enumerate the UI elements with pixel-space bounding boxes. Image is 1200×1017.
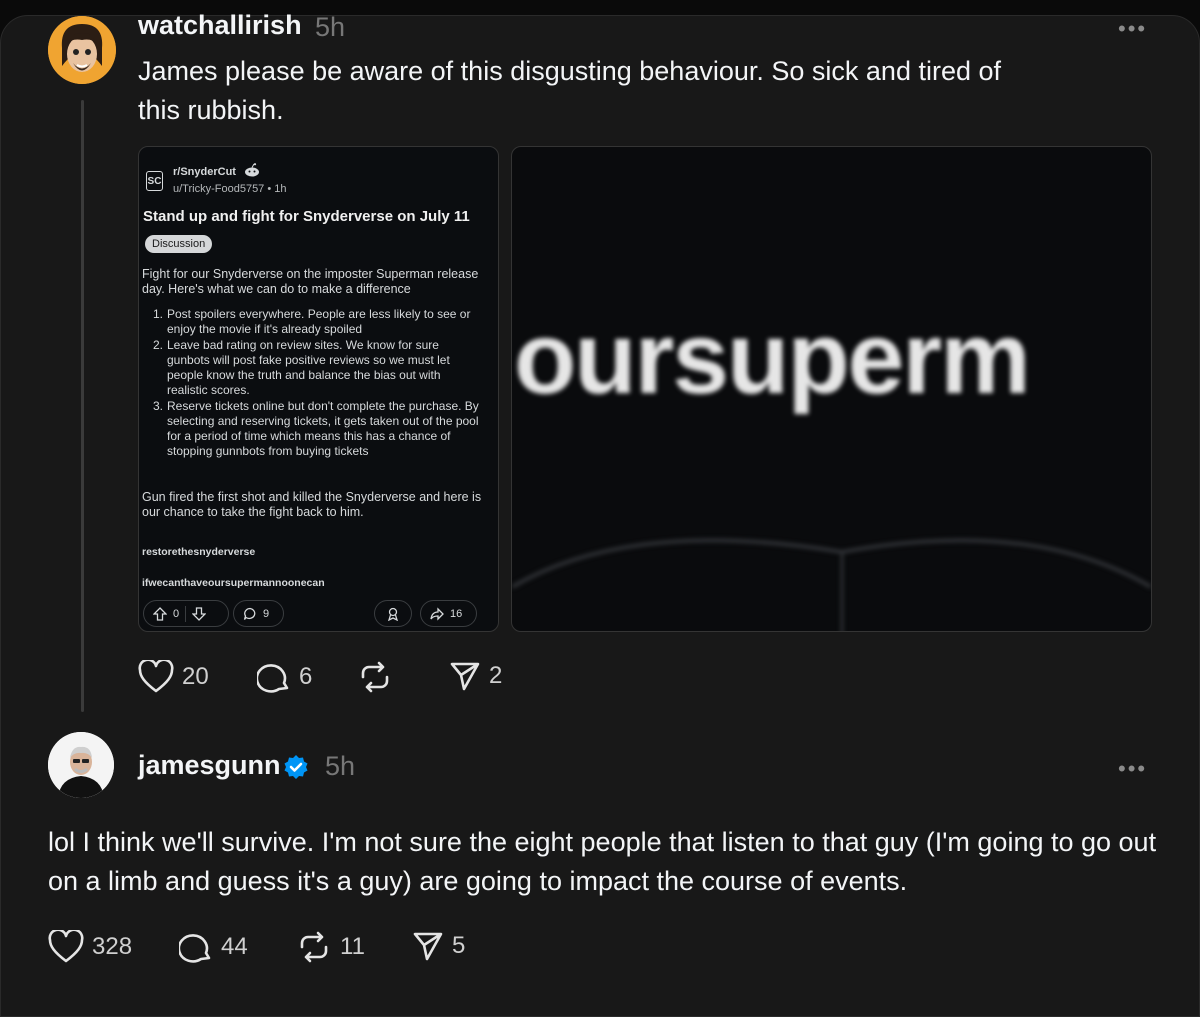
blurred-pill-outline [512,538,1151,631]
person-photo-icon [48,732,114,798]
zoomed-image-text: oursuperm [514,301,1031,415]
post-reply-button[interactable]: 6 [257,660,312,694]
avatar-watchallirish[interactable] [48,16,116,84]
comment-icon [179,934,211,963]
reply-like-button[interactable]: 328 [48,930,132,964]
post-time: 5h [315,12,346,42]
subreddit-badge: SC [146,171,163,191]
reply-reply-count: 44 [221,933,248,960]
reply-repost-count: 11 [340,933,365,960]
reddit-comment-count: 9 [263,607,270,620]
post-more-button[interactable]: ••• [1118,16,1147,42]
reddit-comments-pill: 9 [233,600,284,627]
post-like-button[interactable]: 20 [138,660,209,694]
post-repost-button[interactable] [357,660,393,694]
reply-reply-button[interactable]: 44 [179,930,248,964]
verified-badge-icon [284,755,308,779]
cartoon-face-icon [48,16,116,84]
reddit-post-title: Stand up and fight for Snyderverse on Ju… [143,208,470,225]
reddit-snoo-icon [245,163,259,177]
send-icon [450,662,480,691]
comment-icon [257,664,289,693]
post-reply-count: 6 [299,663,313,690]
heart-icon [138,660,174,693]
send-icon [413,932,443,961]
post-like-count: 20 [182,663,209,690]
reddit-user-line: u/Tricky-Food5757 • 1h [173,183,287,195]
reddit-tag-2: ifwecanthaveoursupermannoonecan [142,577,325,589]
reddit-vote-count: 0 [173,607,180,620]
post-text: James please be aware of this disgusting… [138,56,1001,125]
reply-more-button[interactable]: ••• [1118,756,1147,782]
downvote-icon [192,606,207,621]
award-icon [388,607,398,621]
reply-share-count: 5 [452,932,466,959]
reddit-tag-1: restorethesnyderverse [142,546,256,558]
repost-icon [361,661,389,693]
repost-icon [300,931,328,963]
post-username[interactable]: watchallirish [138,10,302,41]
reply-time: 5h [325,751,356,781]
comment-icon [243,607,256,620]
reddit-screenshot-card[interactable]: SC r/SnyderCut u/Tricky-Food5757 • 1h St… [138,146,499,632]
reddit-vote-pill: 0 [143,600,229,627]
reply-text: lol I think we'll survive. I'm not sure … [48,827,1157,896]
reply-repost-button[interactable]: 11 [296,930,365,964]
reply-like-count: 328 [92,933,133,960]
reddit-share-count: 16 [450,607,463,620]
post-share-button[interactable]: 2 [449,660,502,692]
reddit-list: 1. Post spoilers everywhere. People are l… [153,307,483,460]
reply-username[interactable]: jamesgunn [138,750,281,781]
reddit-share-pill: 16 [420,600,477,627]
reddit-closing: Gun fired the first shot and killed the … [142,490,482,519]
zoomed-image-card[interactable]: oursuperm [511,146,1152,632]
reddit-intro: Fight for our Snyderverse on the imposte… [142,267,479,296]
subreddit-name: r/SnyderCut [173,166,236,178]
list-item: 1. Post spoilers everywhere. People are l… [153,307,471,336]
reddit-award-pill [374,600,412,627]
avatar-jamesgunn[interactable] [48,732,114,798]
post-share-count: 2 [489,662,503,689]
heart-icon [48,930,84,963]
list-item: 2. Leave bad rating on review sites. We k… [153,338,450,397]
list-item: 3. Reserve tickets online but don't compl… [153,399,479,458]
upvote-icon [153,606,167,621]
reddit-flair: Discussion [145,235,213,253]
thread-line [81,100,84,712]
share-arrow-icon [430,606,444,621]
reply-share-button[interactable]: 5 [412,930,465,962]
